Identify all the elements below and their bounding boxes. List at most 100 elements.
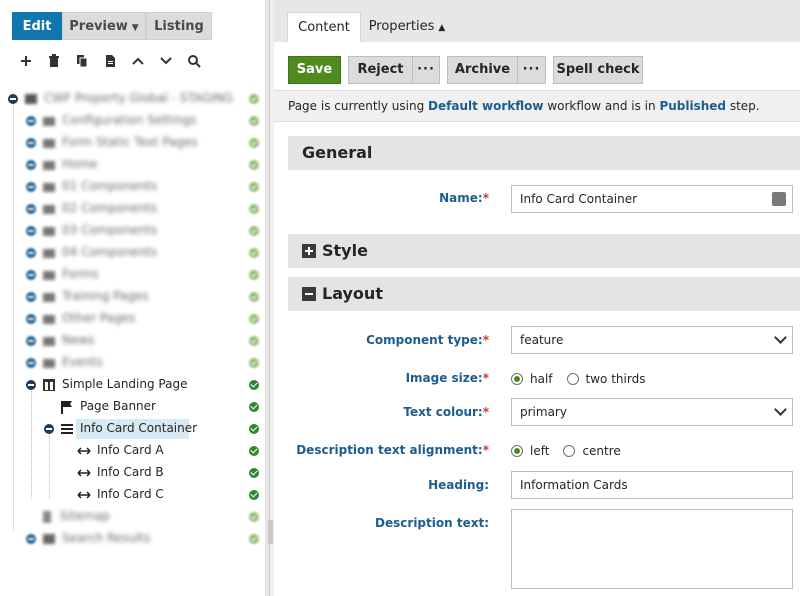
document-icon[interactable] [96,50,124,72]
collapse-icon[interactable] [8,94,18,104]
workflow-middle: workflow and is in [543,99,660,113]
status-published-icon [249,138,259,148]
save-button[interactable]: Save [288,56,341,84]
align-left-radio[interactable] [511,445,523,457]
tree-node-page-banner[interactable]: Page Banner [0,396,269,418]
tree-node-sitemap[interactable]: Sitemap [0,506,269,528]
heading-field[interactable]: Information Cards [511,471,793,499]
tree-node-label: Search Results [62,531,151,545]
align-centre-radio[interactable] [563,445,576,457]
copy-icon[interactable] [68,50,96,72]
listing-mode-tab[interactable]: Listing [146,12,212,40]
status-published-icon [249,336,259,346]
chevron-down-icon[interactable] [152,50,180,72]
desc-align-label: Description text alignment:* [284,443,489,457]
tree-node-blurred[interactable]: Form Static Text Pages [0,132,269,154]
expand-icon[interactable] [26,534,36,544]
tree-node-blurred[interactable]: 01 Components [0,176,269,198]
archive-button[interactable]: Archive [447,56,518,84]
expand-icon[interactable] [26,248,36,258]
workflow-suffix: step. [726,99,760,113]
tree-node-search-results[interactable]: Search Results [0,528,269,550]
plus-icon[interactable] [12,50,40,72]
tree-node-info-card-container[interactable]: Info Card Container [0,418,269,440]
tree-node-blurred[interactable]: Events [0,352,269,374]
chevron-down-icon [774,403,787,416]
expand-icon[interactable] [26,116,36,126]
archive-more-button[interactable]: ··· [517,56,546,84]
required-mark: * [482,405,489,419]
content-tree-pane: Edit Preview ▼ Listing CWF Property Glob… [0,0,269,596]
trash-icon[interactable] [40,50,68,72]
expand-icon[interactable] [26,270,36,280]
expand-icon[interactable] [26,138,36,148]
tree-node-blurred[interactable]: Configuration Settings [0,110,269,132]
status-published-icon [249,534,259,544]
section-style[interactable]: Style [288,234,800,268]
editor-pane: Content Properties ▲ Save Reject ··· Arch… [274,0,800,596]
expand-icon[interactable] [26,204,36,214]
status-published-icon [249,358,259,368]
description-text-area[interactable] [511,509,793,589]
text-colour-select[interactable]: primary [511,398,793,426]
expand-icon[interactable] [26,182,36,192]
folder-icon [42,224,56,238]
image-size-label-text: Image size: [405,371,483,385]
edit-mode-tab[interactable]: Edit [12,12,62,40]
image-size-half-radio[interactable] [511,373,523,385]
expand-icon[interactable] [26,226,36,236]
chevron-up-icon[interactable] [124,50,152,72]
tree-node-info-card-b[interactable]: Info Card B [0,462,269,484]
preview-mode-label: Preview [69,19,128,34]
name-field[interactable]: Info Card Container [511,185,793,213]
expand-icon[interactable] [26,292,36,302]
search-icon[interactable] [180,50,208,72]
status-published-icon [249,270,259,280]
splitter-handle[interactable] [268,520,273,544]
tree-node-blurred[interactable]: 03 Components [0,220,269,242]
macro-icon[interactable] [772,192,786,206]
tree-node-blurred[interactable]: Other Pages [0,308,269,330]
tab-content[interactable]: Content [287,12,361,43]
tree-node-info-card-a[interactable]: Info Card A [0,440,269,462]
collapse-icon[interactable] [44,424,54,434]
folder-icon [42,290,56,304]
tree-node-blurred[interactable]: 04 Components [0,242,269,264]
expand-icon[interactable] [26,336,36,346]
folder-icon [42,180,56,194]
section-layout[interactable]: Layout [288,277,800,311]
status-published-icon [249,380,259,390]
tree-node-blurred[interactable]: Home [0,154,269,176]
radio-label: centre [582,444,621,458]
reject-more-button[interactable]: ··· [412,56,440,84]
reject-button[interactable]: Reject [348,56,413,84]
tree-node-label: News [62,333,95,347]
image-size-two-thirds-radio[interactable] [566,373,579,385]
tree-node-blurred[interactable]: News [0,330,269,352]
tab-properties[interactable]: Properties ▲ [362,12,452,42]
preview-mode-tab[interactable]: Preview ▼ [62,12,146,40]
workflow-name-link[interactable]: Default workflow [428,99,543,113]
desc-align-label-text: Description text alignment: [296,443,483,457]
tree-node-blurred[interactable]: Forms [0,264,269,286]
expand-icon[interactable] [26,358,36,368]
expand-icon[interactable] [26,314,36,324]
spell-check-button[interactable]: Spell check [553,56,643,84]
tree-node-label: Info Card B [97,465,164,479]
action-bar: Save Reject ··· Archive ··· Spell check [274,42,800,91]
tree-node-info-card-c[interactable]: Info Card C [0,484,269,506]
workflow-step-link[interactable]: Published [659,99,726,113]
collapse-icon[interactable] [26,380,36,390]
tree-node-blurred[interactable]: 02 Components [0,198,269,220]
tree-node-simple-landing-page[interactable]: Simple Landing Page [0,374,269,396]
required-mark: * [482,443,489,457]
list-icon [60,422,74,436]
tree-node-root[interactable]: CWF Property Global - STAGING [0,88,269,110]
component-type-select[interactable]: feature [511,326,793,354]
name-label: Name:* [284,191,489,205]
image-size-radio-group: half two thirds [511,372,659,386]
folder-icon [42,158,56,172]
workflow-status-bar: Page is currently using Default workflow… [274,91,800,122]
expand-icon[interactable] [26,160,36,170]
tree-node-blurred[interactable]: Training Pages [0,286,269,308]
